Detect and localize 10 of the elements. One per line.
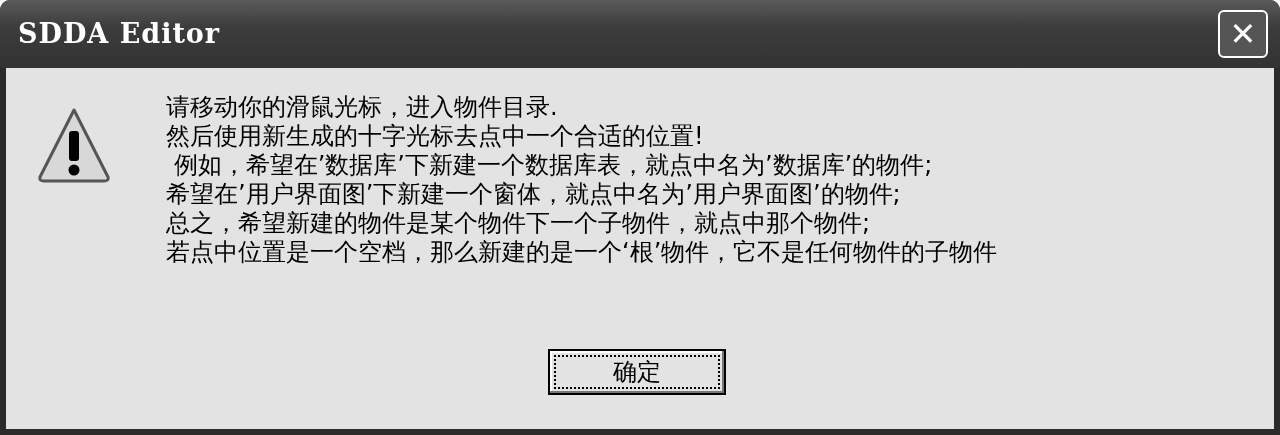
message-line: 然后使用新生成的十字光标去点中一个合适的位置! — [166, 122, 705, 151]
warning-icon — [38, 107, 110, 183]
window-title: SDDA Editor — [18, 16, 221, 51]
message-line: 例如，希望在’数据库’下新建一个数据库表，就点中名为’数据库’的物件; — [172, 151, 934, 180]
close-button[interactable]: ✕ — [1218, 10, 1268, 58]
ok-button[interactable]: 确定 — [548, 349, 726, 395]
message-line: 总之，希望新建的物件是某个物件下一个子物件，就点中那个物件; — [166, 209, 872, 238]
message-line: 请移动你的滑鼠光标，进入物件目录. — [166, 93, 559, 122]
message-line: 若点中位置是一个空档，那么新建的是一个‘根’物件，它不是任何物件的子物件 — [166, 238, 998, 267]
message-line: 希望在’用户界面图’下新建一个窗体，就点中名为’用户界面图’的物件; — [166, 180, 902, 209]
